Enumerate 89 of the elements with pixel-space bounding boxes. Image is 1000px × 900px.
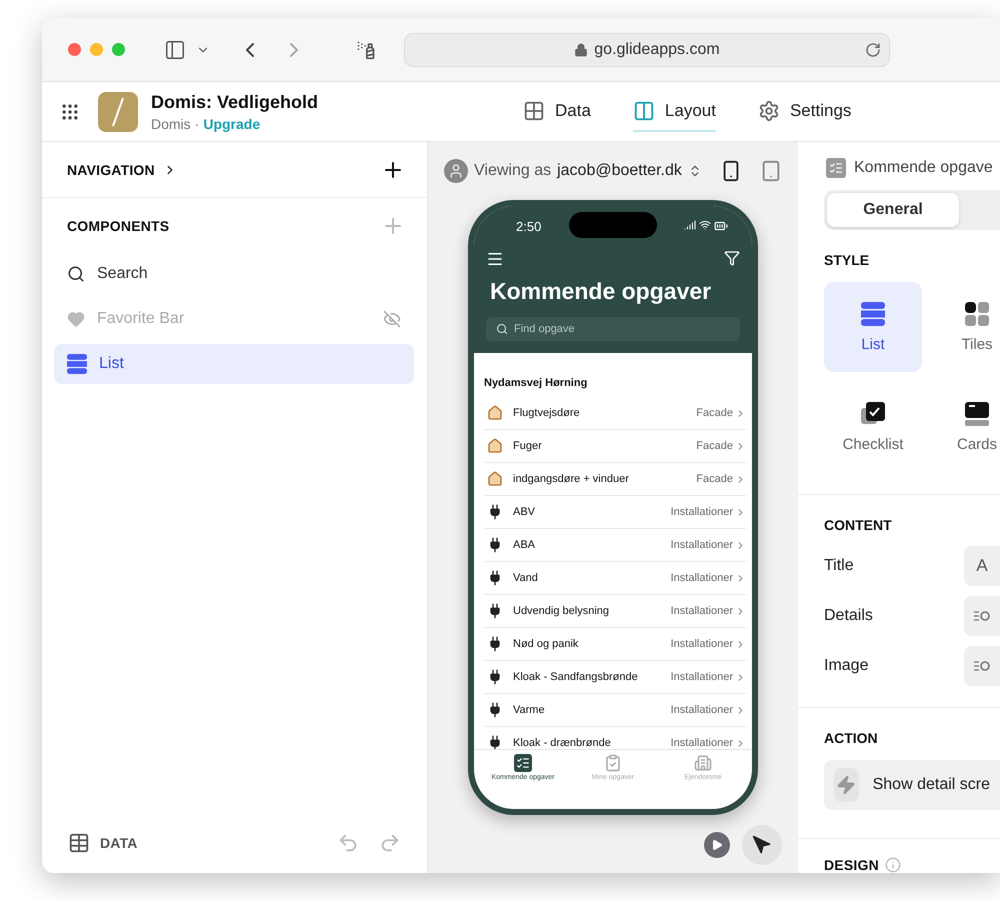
house-icon [487,405,503,421]
settings-icon [758,100,780,122]
checklist-icon [826,158,846,178]
action-button[interactable]: Show detail scre [824,760,1000,810]
top-tab[interactable]: Settings [758,92,852,132]
tiles-icon [965,302,989,326]
undo-icon [337,832,359,854]
list-row[interactable]: indgangsdøre + vinduer Facade [484,463,746,496]
style-heading: STYLE [824,251,870,270]
field-label: Image [824,657,868,675]
avatar [444,159,468,183]
buildings-icon [694,754,712,772]
columns-icon [632,100,655,122]
grid-icon [523,100,545,122]
data-footer-label[interactable]: DATA [100,835,138,851]
stacked-rows-icon [861,302,885,326]
component-item[interactable]: Search [54,254,414,294]
search-icon [67,265,85,283]
spray-bottle-icon [356,40,376,60]
card-icon [965,402,989,426]
list-row[interactable]: Fuger Facade [484,430,746,463]
house-icon [487,438,503,454]
menu-icon [486,250,504,268]
app-title: Domis: Vedligehold [151,92,320,112]
play-button[interactable] [704,832,730,858]
field-picker[interactable] [964,646,1000,686]
stacked-rows-icon [67,354,87,374]
filter-icon [724,250,740,266]
tablet-icon [760,160,782,182]
list-row[interactable]: ABA Installationer [484,529,746,562]
field-picker[interactable]: A [964,546,1000,586]
component-item[interactable]: List [54,344,414,384]
reload-icon [865,42,881,58]
list-row[interactable]: Kloak - Sandfangsbrønde Installationer [484,661,746,694]
query-icon [974,610,990,622]
top-tab[interactable]: Data [523,92,591,132]
field-label: Title [824,557,854,575]
query-icon [974,660,990,672]
top-tab[interactable]: Layout [632,92,716,132]
list-row[interactable]: Vand Installationer [484,562,746,595]
user-email[interactable]: jacob@boetter.dk [557,162,682,180]
org-name: Domis [151,116,191,132]
components-heading: COMPONENTS [67,218,170,234]
search-icon [496,323,508,335]
table-icon [68,832,90,854]
field-label: Details [824,607,873,625]
field-picker[interactable] [964,596,1000,636]
checkbox-icon [861,402,885,426]
house-icon [487,471,503,487]
clipboard-check-icon [604,754,622,772]
lock-icon [574,42,588,56]
signal-icon [684,219,696,231]
eye-off-icon [383,310,401,328]
pointer-button[interactable] [742,825,782,865]
style-option[interactable]: List [824,282,922,372]
cursor-arrow-icon [752,835,772,855]
style-option[interactable]: Tiles [928,282,1000,372]
list-row[interactable]: Udvendig belysning Installationer [484,595,746,628]
app-logo [98,92,138,132]
address-bar[interactable]: go.glideapps.com [404,32,890,66]
checklist-icon [514,754,532,772]
screen-title: Kommende opgaver [490,278,712,305]
separator-dot: · [194,116,200,132]
battery-icon [714,219,728,233]
component-title: Kommende opgave [854,159,993,177]
search-field[interactable]: Find opgave [486,317,740,341]
style-option[interactable]: Checklist [824,382,922,472]
list-row[interactable]: Varme Installationer [484,694,746,727]
status-time: 2:50 [516,218,542,234]
navigation-heading[interactable]: NAVIGATION [67,162,155,178]
info-icon [884,857,901,873]
design-heading: DESIGN [824,857,879,873]
panel-tab[interactable]: General [827,193,959,227]
heart-icon [67,310,85,328]
style-option[interactable]: Cards [928,382,1000,472]
lightning-icon [836,775,856,795]
play-icon [711,839,723,851]
list-row[interactable]: ABV Installationer [484,496,746,529]
content-heading: CONTENT [824,516,893,535]
viewing-as-label: Viewing as [474,162,552,180]
list-row[interactable]: Nød og panik Installationer [484,628,746,661]
app-grid-icon [60,102,80,122]
sidebar-toggle-icon [164,38,186,60]
list-row[interactable]: Flugtvejsdøre Facade [484,397,746,430]
group-heading: Nydamsvej Hørning [484,376,588,391]
close-window-button[interactable] [68,43,81,56]
redo-icon [379,832,401,854]
zoom-window-button[interactable] [112,43,125,56]
action-heading: ACTION [824,729,879,748]
